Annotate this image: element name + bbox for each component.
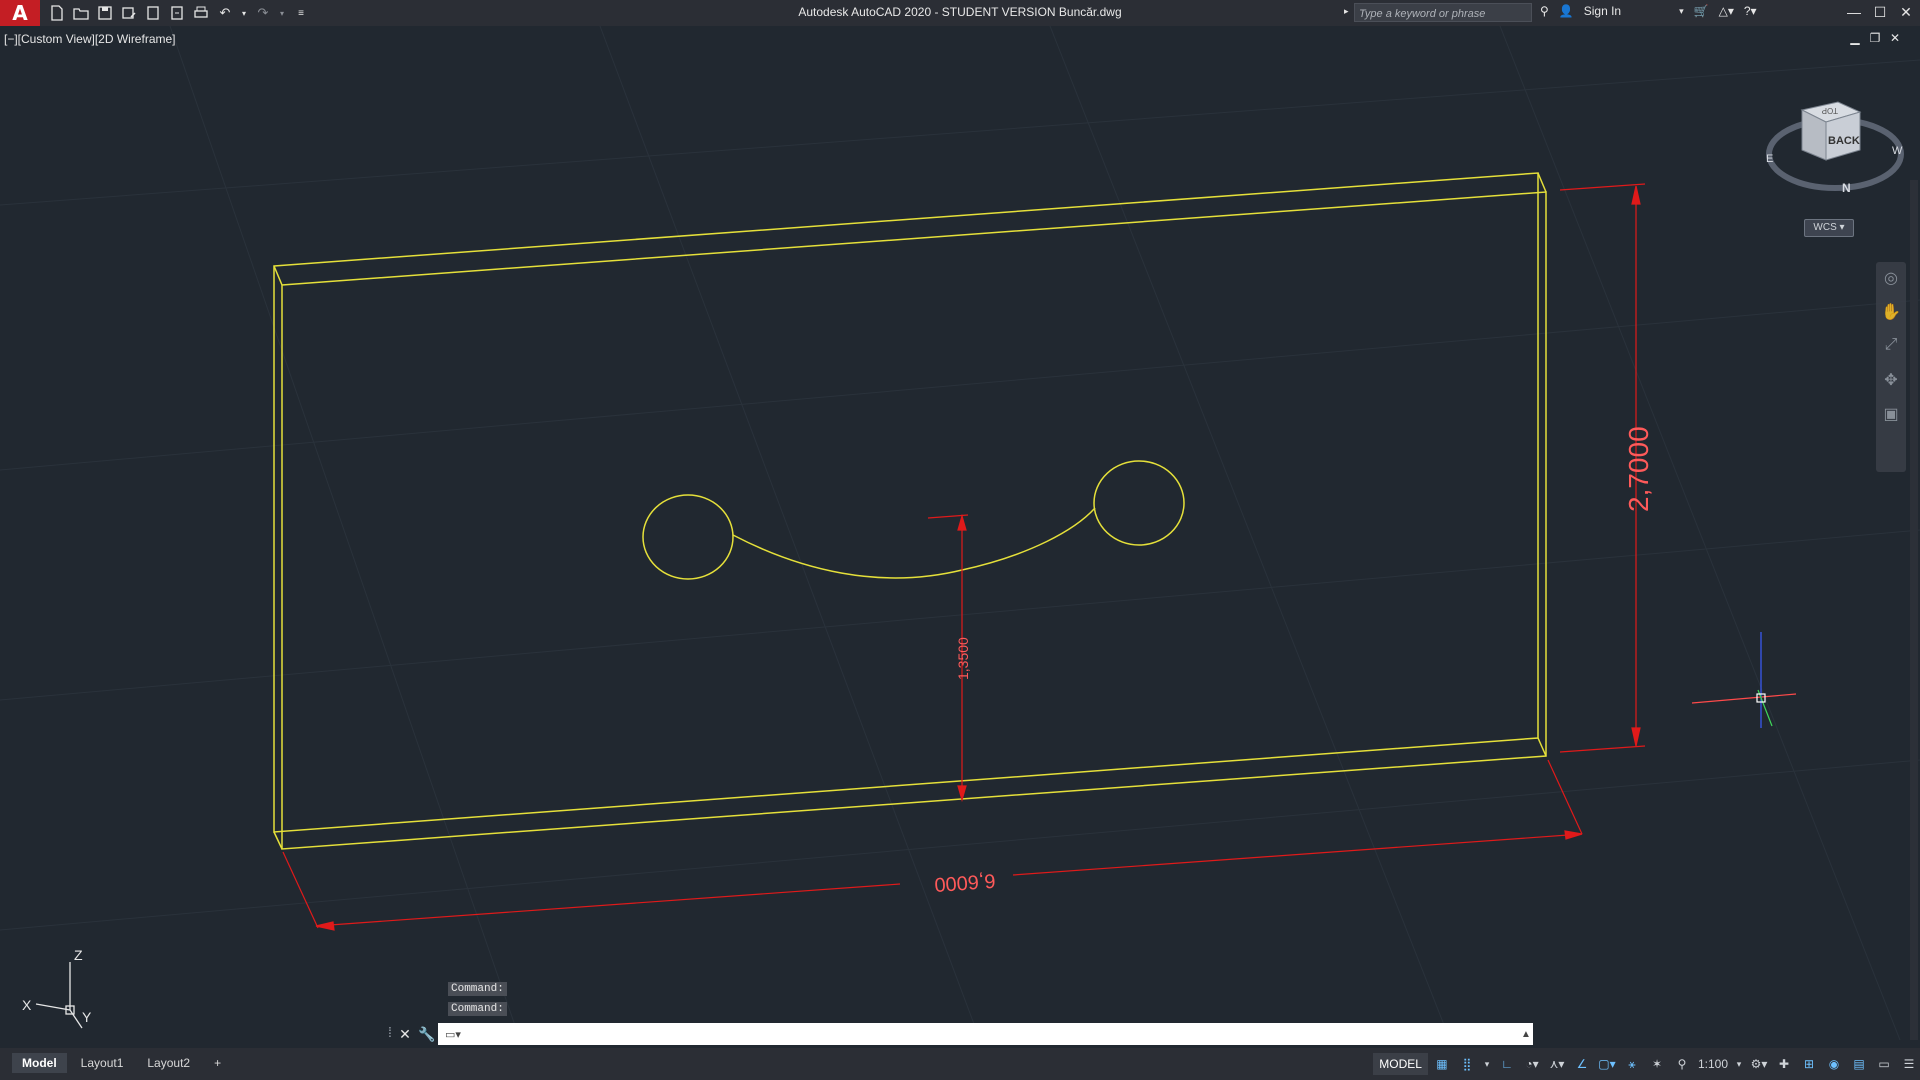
navigation-bar: ◎ ✋ ⤢ ✥ ▣: [1876, 262, 1906, 472]
wcs-menu[interactable]: WCS ▾: [1804, 219, 1854, 237]
viewcube-back-face[interactable]: BACK: [1828, 135, 1860, 147]
ucs-z-label: Z: [74, 947, 83, 963]
cart-icon[interactable]: 🛒: [1694, 4, 1709, 18]
title-right-tools: ⚲ 👤 Sign In ▾ 🛒 △▾ ?▾: [1540, 4, 1757, 18]
steering-wheel-icon[interactable]: ◎: [1880, 268, 1902, 296]
close-icon[interactable]: ✕: [1894, 2, 1918, 22]
annotation-visibility-icon[interactable]: ⚹: [1621, 1053, 1643, 1075]
sign-in-dropdown-icon[interactable]: ▾: [1679, 6, 1684, 17]
customization-icon[interactable]: ☰: [1898, 1053, 1920, 1075]
user-icon[interactable]: 👤: [1559, 4, 1574, 18]
save-web-icon[interactable]: [168, 4, 186, 22]
undo-dropdown-icon[interactable]: ▾: [240, 4, 248, 22]
command-input-wrap: ▭▾ ▲: [438, 1023, 1533, 1045]
isodraft-icon[interactable]: ⋏▾: [1546, 1053, 1568, 1075]
vertical-scrollbar[interactable]: [1910, 180, 1918, 1040]
search-box: [1354, 3, 1532, 23]
tab-layout2[interactable]: Layout2: [137, 1053, 200, 1073]
dimension-offset-text[interactable]: 1,3500: [955, 637, 971, 680]
plate-wireframe[interactable]: [273, 172, 1547, 850]
binoculars-icon[interactable]: ⚲: [1540, 4, 1549, 18]
sign-in-link[interactable]: Sign In: [1584, 4, 1621, 18]
compass-north[interactable]: N: [1842, 181, 1851, 195]
hanger-profile[interactable]: [642, 460, 1185, 580]
showmotion-icon[interactable]: ▣: [1880, 404, 1902, 432]
dimension-lines[interactable]: [282, 183, 1646, 931]
snap-dropdown-icon[interactable]: ▾: [1481, 1053, 1493, 1075]
units-icon[interactable]: ⊞: [1798, 1053, 1820, 1075]
maximize-icon[interactable]: ☐: [1868, 2, 1892, 22]
crosshair-cursor: [1691, 632, 1797, 728]
autodesk-app-icon[interactable]: △▾: [1719, 4, 1734, 18]
command-line: ⁞ ✕ 🔧 ▭▾ ▲: [388, 1022, 1533, 1046]
model-space-button[interactable]: MODEL: [1373, 1053, 1428, 1075]
search-input[interactable]: [1355, 5, 1531, 23]
compass-west[interactable]: W: [1892, 145, 1903, 157]
object-snap-tracking-icon[interactable]: ∠: [1571, 1053, 1593, 1075]
hardware-acceleration-icon[interactable]: ▤: [1848, 1053, 1870, 1075]
command-input[interactable]: [468, 1024, 1519, 1044]
object-snap-icon[interactable]: ▢▾: [1596, 1053, 1618, 1075]
grid-icon[interactable]: ▦: [1431, 1053, 1453, 1075]
annotation-scale-icon[interactable]: ⚲: [1671, 1053, 1693, 1075]
clean-screen-icon[interactable]: ▭: [1873, 1053, 1895, 1075]
viewcube-top-face[interactable]: TOP: [1822, 106, 1838, 115]
save-icon[interactable]: [96, 4, 114, 22]
annotation-scale-value[interactable]: 1:100: [1696, 1053, 1730, 1075]
ortho-icon[interactable]: ∟: [1496, 1053, 1518, 1075]
isolate-objects-icon[interactable]: ◉: [1823, 1053, 1845, 1075]
command-history-line: Command:: [448, 1002, 507, 1016]
dimension-height-text[interactable]: 2,7000: [1623, 426, 1654, 512]
save-as-icon[interactable]: [120, 4, 138, 22]
viewport-close-icon[interactable]: ✕: [1888, 31, 1902, 45]
search-expand-icon[interactable]: ▸: [1344, 6, 1349, 17]
new-file-icon[interactable]: [48, 4, 66, 22]
redo-icon[interactable]: ↷: [254, 4, 272, 22]
minimize-icon[interactable]: —: [1842, 2, 1866, 22]
tab-model[interactable]: Model: [12, 1053, 67, 1073]
snap-icon[interactable]: ⣿: [1456, 1053, 1478, 1075]
scale-dropdown-icon[interactable]: ▾: [1733, 1053, 1745, 1075]
ucs-y-label: Y: [82, 1009, 92, 1025]
open-folder-icon[interactable]: [72, 4, 90, 22]
tab-layout1[interactable]: Layout1: [71, 1053, 134, 1073]
command-customize-icon[interactable]: 🔧: [416, 1026, 438, 1043]
workspace-gear-icon[interactable]: ⚙▾: [1748, 1053, 1770, 1075]
ucs-icon: [35, 962, 83, 1029]
annotation-monitor-icon[interactable]: ✚: [1773, 1053, 1795, 1075]
wcs-label: WCS: [1813, 222, 1837, 233]
status-bar: Model Layout1 Layout2 + MODEL ▦ ⣿ ▾ ∟ ◔▾…: [0, 1048, 1920, 1080]
orbit-icon[interactable]: ✥: [1880, 370, 1902, 398]
pan-icon[interactable]: ✋: [1880, 302, 1902, 330]
viewport-minimize-icon[interactable]: ▁: [1848, 31, 1862, 45]
dimension-width-text[interactable]: 6,6000: [934, 869, 997, 895]
open-web-icon[interactable]: [144, 4, 162, 22]
customize-qat-icon[interactable]: ≡: [292, 4, 310, 22]
zoom-extents-icon[interactable]: ⤢: [1880, 336, 1902, 364]
command-history-line: Command:: [448, 982, 507, 996]
viewport-controls-label[interactable]: [−][Custom View][2D Wireframe]: [4, 32, 176, 46]
add-layout-button[interactable]: +: [204, 1053, 231, 1073]
status-toggles: MODEL ▦ ⣿ ▾ ∟ ◔▾ ⋏▾ ∠ ▢▾ ⚹ ✶ ⚲ 1:100 ▾ ⚙…: [1373, 1052, 1920, 1076]
viewport-restore-icon[interactable]: ❐: [1868, 31, 1882, 45]
compass-east[interactable]: E: [1766, 153, 1773, 165]
recent-commands-icon[interactable]: ▭▾: [438, 1028, 468, 1041]
redo-dropdown-icon[interactable]: ▾: [278, 4, 286, 22]
help-icon[interactable]: ?▾: [1744, 4, 1757, 18]
command-history-expand-icon[interactable]: ▲: [1519, 1029, 1533, 1040]
command-history: Command: Command:: [448, 982, 507, 1022]
plot-icon[interactable]: [192, 4, 210, 22]
undo-icon[interactable]: ↶: [216, 4, 234, 22]
command-close-icon[interactable]: ✕: [394, 1026, 416, 1043]
polar-tracking-icon[interactable]: ◔▾: [1521, 1053, 1543, 1075]
drawing-canvas[interactable]: 2,7000 1,3500 6,6000 Z X Y: [0, 26, 1920, 1046]
title-bar: A ↶ ▾ ↷ ▾ ≡ Autodesk AutoCAD 2020 - STUD…: [0, 0, 1920, 26]
ucs-x-label: X: [22, 997, 32, 1013]
layout-tabs: Model Layout1 Layout2 +: [12, 1053, 231, 1073]
quick-access-toolbar: ↶ ▾ ↷ ▾ ≡: [48, 4, 310, 22]
auto-scale-icon[interactable]: ✶: [1646, 1053, 1668, 1075]
application-menu-button[interactable]: A: [0, 0, 40, 26]
viewcube[interactable]: TOP BACK N W E: [1760, 92, 1910, 202]
